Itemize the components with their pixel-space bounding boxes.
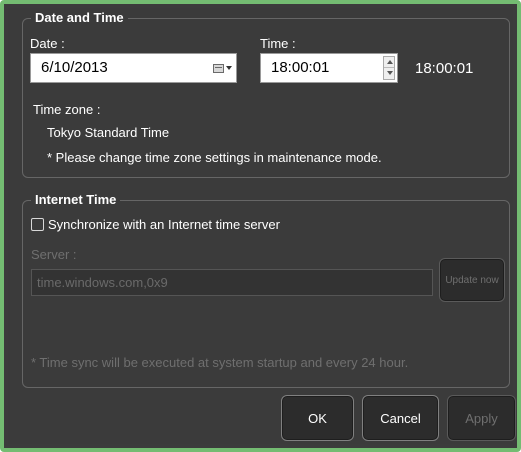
server-value: time.windows.com,0x9 — [37, 275, 168, 290]
spin-down-icon[interactable] — [384, 68, 394, 79]
ok-label: OK — [308, 410, 327, 426]
sync-note: * Time sync will be executed at system s… — [31, 355, 409, 370]
date-picker[interactable]: 6/10/2013 — [30, 53, 237, 83]
update-now-button[interactable]: Update now — [439, 258, 505, 302]
apply-button[interactable]: Apply — [447, 395, 516, 441]
time-value: 18:00:01 — [271, 59, 330, 76]
internet-time-group: Internet Time Synchronize with an Intern… — [22, 192, 510, 388]
calendar-icon[interactable] — [213, 64, 224, 73]
date-time-legend: Date and Time — [31, 10, 128, 26]
cancel-button[interactable]: Cancel — [362, 395, 439, 441]
server-label: Server : — [31, 247, 77, 262]
spin-up-icon[interactable] — [384, 57, 394, 68]
dialog-body: Date and Time Date : 6/10/2013 Time : 18… — [8, 8, 516, 444]
date-time-group: Date and Time Date : 6/10/2013 Time : 18… — [22, 10, 510, 178]
timezone-value: Tokyo Standard Time — [47, 125, 170, 140]
sync-label[interactable]: Synchronize with an Internet time server — [48, 217, 280, 232]
time-display: 18:00:01 — [415, 60, 474, 77]
update-now-label: Update now — [445, 274, 499, 286]
date-value: 6/10/2013 — [41, 59, 108, 76]
timezone-label: Time zone : — [33, 102, 101, 117]
internet-time-legend: Internet Time — [31, 192, 121, 208]
apply-label: Apply — [465, 410, 498, 426]
time-label: Time : — [260, 36, 296, 51]
date-label: Date : — [30, 36, 65, 51]
time-spinner[interactable]: 18:00:01 — [260, 53, 398, 83]
sync-checkbox[interactable] — [31, 218, 44, 231]
server-input[interactable]: time.windows.com,0x9 — [31, 269, 433, 296]
cancel-label: Cancel — [380, 410, 421, 426]
spinner-control[interactable] — [383, 56, 395, 80]
ok-button[interactable]: OK — [281, 395, 354, 441]
date-time-dialog: Date and Time Date : 6/10/2013 Time : 18… — [0, 0, 521, 452]
timezone-note: * Please change time zone settings in ma… — [47, 150, 382, 165]
chevron-down-icon[interactable] — [226, 66, 232, 70]
